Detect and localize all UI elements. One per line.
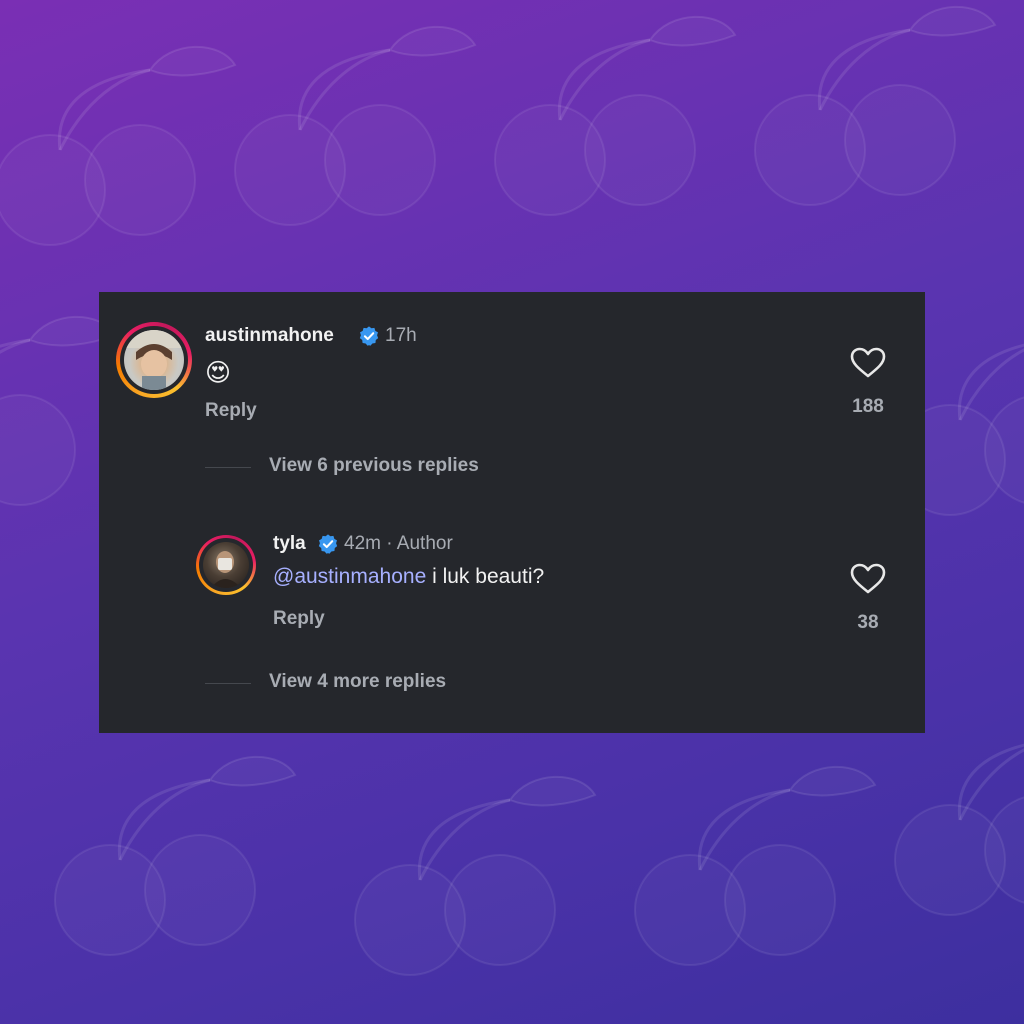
profile-photo [203, 542, 249, 588]
comment-tyla: tyla 42m · Author @austinmahone i luk be… [99, 508, 925, 733]
like-count: 38 [857, 612, 879, 633]
reply-button[interactable]: Reply [273, 608, 325, 630]
username[interactable]: austinmahone [205, 325, 334, 347]
comments-card: austinmahone 17h 😍 Reply 188 View 6 prev… [99, 292, 925, 733]
comment-body: i luk beauti? [426, 565, 545, 588]
divider [205, 683, 251, 684]
mention-link[interactable]: @austinmahone [273, 565, 426, 588]
view-previous-replies-button[interactable]: View 6 previous replies [269, 455, 479, 477]
divider [205, 467, 251, 468]
comment-text: @austinmahone i luk beauti? [273, 565, 544, 589]
verified-badge-icon [359, 326, 379, 346]
view-more-replies-button[interactable]: View 4 more replies [269, 671, 446, 693]
comment-text: 😍 [205, 359, 232, 387]
heart-icon[interactable] [850, 563, 886, 595]
verified-badge-icon [318, 534, 338, 554]
heart-icon[interactable] [850, 347, 886, 379]
avatar[interactable] [116, 322, 192, 398]
reply-button[interactable]: Reply [205, 400, 257, 422]
username[interactable]: tyla [273, 533, 306, 555]
timestamp: 17h [385, 325, 417, 346]
comment-austinmahone: austinmahone 17h 😍 Reply 188 View 6 prev… [99, 292, 925, 492]
timestamp: 42m · Author [344, 533, 453, 554]
like-count: 188 [852, 396, 884, 417]
avatar[interactable] [196, 535, 256, 595]
profile-photo [124, 330, 184, 390]
